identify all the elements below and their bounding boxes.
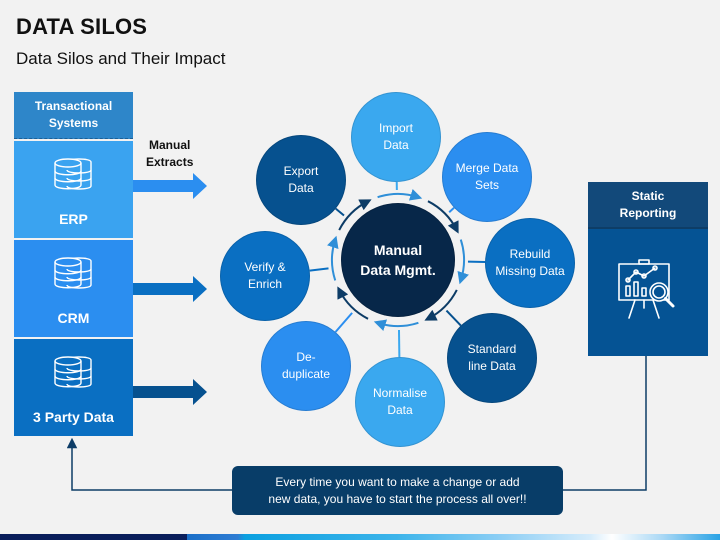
- manual-extract-arrow: [133, 276, 207, 302]
- static-reporting-body: [588, 229, 708, 356]
- presentation-analytics-icon: [618, 259, 675, 319]
- cycle-arrow: [373, 319, 419, 331]
- callout-line: new data, you have to start the process …: [268, 491, 527, 506]
- step-rebuild-missing-data: Rebuild Missing Data: [485, 218, 575, 308]
- footer-gradient-band: [0, 534, 720, 540]
- cycle-arrow: [377, 189, 423, 201]
- step-de-duplicate: De-duplicate: [261, 321, 351, 411]
- bubble-label-line: Standard: [467, 342, 517, 356]
- static-reporting-column: Static Reporting: [588, 182, 708, 356]
- cycle-arrow: [457, 239, 469, 285]
- bubble-label-line: Data Mgmt.: [360, 262, 436, 278]
- heading-line: Reporting: [619, 205, 677, 220]
- bubble-label-line: De-: [296, 350, 316, 364]
- cycle-arrow: [327, 235, 339, 281]
- bubble-label-line: Rebuild: [509, 247, 551, 261]
- step-import-data: Import Data: [351, 92, 441, 182]
- bubble-label-line: Verify &: [244, 260, 286, 274]
- bubble-label-line: Enrich: [247, 277, 282, 291]
- bubble-label-line: Normalise: [372, 386, 427, 400]
- bubble-label-line: Data: [383, 138, 409, 152]
- bubble-label-line: Manual: [373, 242, 423, 258]
- step-connector: [448, 206, 455, 213]
- bubble-label-line: Data: [387, 403, 413, 417]
- step-connector: [334, 312, 353, 333]
- bubble-label-line: duplicate: [281, 367, 331, 381]
- step-verify-enrich: Verify & Enrich: [220, 231, 310, 321]
- step-export-data: Export Data: [256, 135, 346, 225]
- step-merge-data-sets: Merge Data Sets: [442, 132, 532, 222]
- step-connector: [445, 309, 462, 327]
- step-connector: [335, 207, 345, 217]
- heading-line: Static: [631, 188, 665, 203]
- bubble-label-line: line Data: [468, 359, 516, 373]
- bubble-label-line: Import: [378, 121, 413, 135]
- manual-extract-arrow: [133, 379, 207, 405]
- manual-extract-arrow: [133, 173, 207, 199]
- static-reporting-heading: Static Reporting: [588, 182, 708, 229]
- bubble-label-line: Missing Data: [495, 264, 565, 278]
- bubble-label-line: Data: [288, 181, 314, 195]
- bubble-label-line: Export: [283, 164, 319, 178]
- step-connector: [309, 267, 329, 272]
- hub-manual-data-mgmt: Manual Data Mgmt.: [341, 203, 455, 317]
- step-normalise-data: Normalise Data: [355, 357, 445, 447]
- callout-line: Every time you want to make a change or …: [275, 474, 520, 489]
- step-standard-line-data: Standard line Data: [447, 313, 537, 403]
- bubble-label-line: Merge Data: [455, 161, 519, 175]
- restart-process-callout: Every time you want to make a change or …: [232, 466, 563, 515]
- bubble-label-line: Sets: [474, 178, 499, 192]
